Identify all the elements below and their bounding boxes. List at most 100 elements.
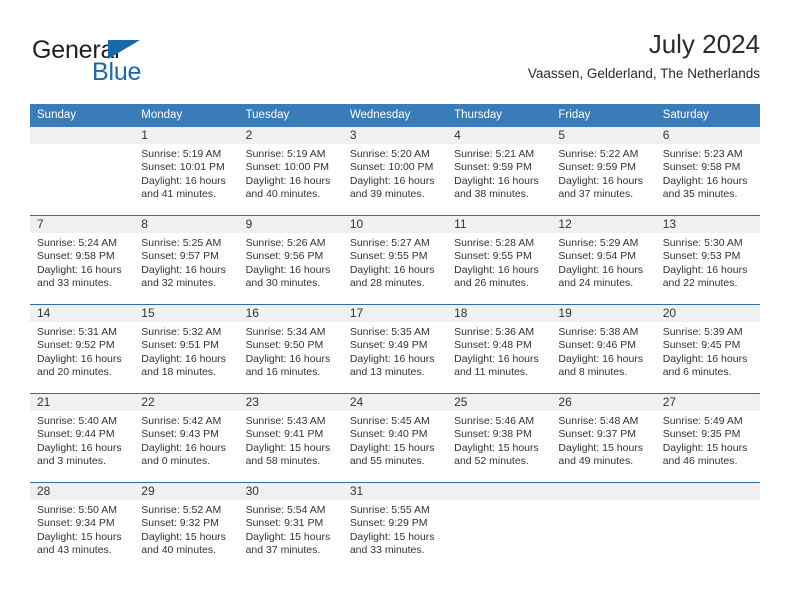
day-info-line: and 55 minutes. (349, 454, 425, 467)
calendar-day-cell[interactable]: 9 Sunrise: 5:26 AM Sunset: 9:56 PM Daylight… (238, 215, 343, 305)
day-info-line: Sunrise: 5:24 AM (37, 237, 117, 249)
day-number: 5 (551, 127, 656, 144)
day-number: 13 (655, 216, 760, 233)
calendar-day-cell[interactable]: 7 Sunrise: 5:24 AM Sunset: 9:58 PM Daylight… (30, 215, 135, 305)
day-info-line: Daylight: 15 hours (245, 530, 331, 543)
day-info-line: Daylight: 16 hours (141, 352, 226, 365)
calendar-day-cell[interactable]: 15 Sunrise: 5:32 AM Sunset: 9:51 PM Dayligh… (134, 304, 239, 394)
day-number: 20 (655, 305, 760, 322)
day-info-line: Sunrise: 5:32 AM (141, 326, 222, 338)
calendar-day-cell[interactable]: 1 Sunrise: 5:19 AM Sunset: 10:01 PM Dayligh… (134, 127, 239, 216)
day-info-line: Sunrise: 5:30 AM (662, 237, 743, 249)
day-info-line: Sunrise: 5:19 AM (245, 148, 326, 160)
calendar-day-cell[interactable]: 3 Sunrise: 5:20 AM Sunset: 10:00 PM Dayligh… (342, 127, 448, 216)
calendar-day-cell[interactable]: 29 Sunrise: 5:52 AM Sunset: 9:32 PM Dayligh… (134, 482, 239, 571)
day-info-line: Sunrise: 5:21 AM (454, 148, 535, 160)
calendar-day-cell[interactable]: 19 Sunrise: 5:38 AM Sunset: 9:46 PM Dayligh… (551, 304, 656, 394)
triangle-flag-icon (108, 40, 140, 59)
calendar-day-cell[interactable]: 13 Sunrise: 5:30 AM Sunset: 9:53 PM Dayligh… (655, 215, 760, 305)
day-info-line: and 30 minutes. (245, 276, 321, 289)
calendar-body: 1 Sunrise: 5:19 AM Sunset: 10:01 PM Dayligh… (30, 127, 760, 571)
calendar-day-cell[interactable]: 31 Sunrise: 5:55 AM Sunset: 9:29 PM Dayligh… (342, 482, 448, 571)
calendar-page: General Blue July 2024 Vaassen, Gelderla… (0, 0, 792, 612)
day-sun-info: Sunrise: 5:24 AM Sunset: 9:58 PM Daylight:… (30, 233, 134, 290)
calendar-day-cell[interactable]: 21 Sunrise: 5:40 AM Sunset: 9:44 PM Dayligh… (30, 393, 135, 483)
calendar-day-cell-empty (447, 482, 552, 571)
calendar-day-cell[interactable]: 30 Sunrise: 5:54 AM Sunset: 9:31 PM Dayligh… (238, 482, 343, 571)
day-info-line: Daylight: 16 hours (454, 352, 539, 365)
day-sun-info: Sunrise: 5:38 AM Sunset: 9:46 PM Daylight:… (551, 322, 655, 379)
calendar-day-cell[interactable]: 14 Sunrise: 5:31 AM Sunset: 9:52 PM Dayligh… (30, 304, 135, 394)
day-info-line: Sunrise: 5:29 AM (558, 237, 639, 249)
day-info-line: Daylight: 15 hours (349, 441, 435, 454)
day-info-line: Daylight: 16 hours (245, 174, 331, 187)
day-info-line: Sunset: 9:38 PM (454, 428, 532, 441)
day-info-line: and 39 minutes. (349, 187, 425, 200)
calendar-day-cell[interactable]: 4 Sunrise: 5:21 AM Sunset: 9:59 PM Daylight… (447, 127, 552, 216)
day-info-line: Sunrise: 5:46 AM (454, 415, 535, 427)
day-number: 8 (134, 216, 239, 233)
page-subtitle: Vaassen, Gelderland, The Netherlands (527, 66, 760, 81)
day-number: 18 (447, 305, 552, 322)
day-info-line: Sunset: 10:01 PM (141, 161, 225, 174)
day-number: 23 (238, 394, 343, 411)
day-info-line: and 41 minutes. (141, 187, 216, 200)
day-sun-info: Sunrise: 5:32 AM Sunset: 9:51 PM Daylight:… (134, 322, 238, 379)
calendar-day-cell[interactable]: 26 Sunrise: 5:48 AM Sunset: 9:37 PM Dayligh… (551, 393, 656, 483)
calendar-day-cell[interactable]: 25 Sunrise: 5:46 AM Sunset: 9:38 PM Dayligh… (447, 393, 552, 483)
day-number: 10 (342, 216, 448, 233)
day-info-line: and 0 minutes. (141, 454, 211, 467)
day-number: 16 (238, 305, 343, 322)
day-info-line: Daylight: 16 hours (245, 263, 331, 276)
calendar-day-cell[interactable]: 5 Sunrise: 5:22 AM Sunset: 9:59 PM Daylight… (551, 127, 656, 216)
calendar-day-cell-empty (30, 127, 135, 216)
day-number: 15 (134, 305, 239, 322)
day-info-line: Sunrise: 5:34 AM (245, 326, 326, 338)
day-info-line: Sunset: 9:31 PM (245, 517, 324, 530)
day-info-line: Daylight: 15 hours (454, 441, 539, 454)
day-info-line: Daylight: 16 hours (454, 263, 539, 276)
calendar-day-cell[interactable]: 23 Sunrise: 5:43 AM Sunset: 9:41 PM Dayligh… (238, 393, 343, 483)
day-info-line: Sunset: 9:32 PM (141, 517, 219, 530)
calendar-day-cell[interactable]: 6 Sunrise: 5:23 AM Sunset: 9:58 PM Daylight… (655, 127, 760, 216)
day-info-line: Sunrise: 5:20 AM (349, 148, 430, 160)
day-info-line: Sunset: 10:00 PM (349, 161, 434, 174)
calendar-day-cell[interactable]: 16 Sunrise: 5:34 AM Sunset: 9:50 PM Dayligh… (238, 304, 343, 394)
day-info-line: Sunset: 9:40 PM (349, 428, 428, 441)
day-info-line: Sunset: 9:43 PM (141, 428, 219, 441)
calendar-day-cell[interactable]: 17 Sunrise: 5:35 AM Sunset: 9:49 PM Dayligh… (342, 304, 448, 394)
calendar-day-cell[interactable]: 8 Sunrise: 5:25 AM Sunset: 9:57 PM Daylight… (134, 215, 239, 305)
day-number: 6 (655, 127, 760, 144)
calendar-day-cell[interactable]: 20 Sunrise: 5:39 AM Sunset: 9:45 PM Dayligh… (655, 304, 760, 394)
page-title: July 2024 (648, 29, 760, 59)
calendar-day-cell[interactable]: 12 Sunrise: 5:29 AM Sunset: 9:54 PM Dayligh… (551, 215, 656, 305)
calendar-day-cell[interactable]: 22 Sunrise: 5:42 AM Sunset: 9:43 PM Dayligh… (134, 393, 239, 483)
day-info-line: and 28 minutes. (349, 276, 425, 289)
day-info-line: Sunset: 9:52 PM (37, 339, 115, 352)
calendar-day-cell[interactable]: 11 Sunrise: 5:28 AM Sunset: 9:55 PM Dayligh… (447, 215, 552, 305)
calendar-day-cell[interactable]: 27 Sunrise: 5:49 AM Sunset: 9:35 PM Dayligh… (655, 393, 760, 483)
calendar-day-cell[interactable]: 2 Sunrise: 5:19 AM Sunset: 10:00 PM Dayligh… (238, 127, 343, 216)
column-header-sunday: Sunday (30, 104, 135, 127)
day-info-line: and 24 minutes. (558, 276, 634, 289)
day-info-line: Sunset: 9:54 PM (558, 250, 637, 263)
day-info-line: Sunrise: 5:50 AM (37, 504, 117, 516)
day-info-line: Daylight: 15 hours (37, 530, 122, 543)
calendar-week-row: 7 Sunrise: 5:24 AM Sunset: 9:58 PM Daylight… (30, 215, 760, 305)
day-sun-info: Sunrise: 5:50 AM Sunset: 9:34 PM Daylight:… (30, 500, 134, 557)
day-info-line: Daylight: 15 hours (558, 441, 644, 454)
calendar-day-cell[interactable]: 24 Sunrise: 5:45 AM Sunset: 9:40 PM Dayligh… (342, 393, 448, 483)
calendar-day-cell[interactable]: 28 Sunrise: 5:50 AM Sunset: 9:34 PM Dayligh… (30, 482, 135, 571)
day-sun-info: Sunrise: 5:45 AM Sunset: 9:40 PM Daylight:… (343, 411, 447, 468)
day-sun-info: Sunrise: 5:21 AM Sunset: 9:59 PM Daylight:… (447, 144, 551, 201)
day-number (447, 483, 552, 500)
calendar-day-cell[interactable]: 10 Sunrise: 5:27 AM Sunset: 9:55 PM Dayligh… (342, 215, 448, 305)
day-info-line: Sunrise: 5:43 AM (245, 415, 326, 427)
day-info-line: Sunset: 9:59 PM (558, 161, 637, 174)
day-sun-info: Sunrise: 5:46 AM Sunset: 9:38 PM Daylight:… (447, 411, 551, 468)
calendar-day-cell[interactable]: 18 Sunrise: 5:36 AM Sunset: 9:48 PM Dayligh… (447, 304, 552, 394)
day-info-line: Sunset: 9:53 PM (662, 250, 741, 263)
day-info-line: Sunset: 9:50 PM (245, 339, 324, 352)
day-info-line: Sunset: 9:41 PM (245, 428, 324, 441)
day-number: 28 (30, 483, 135, 500)
